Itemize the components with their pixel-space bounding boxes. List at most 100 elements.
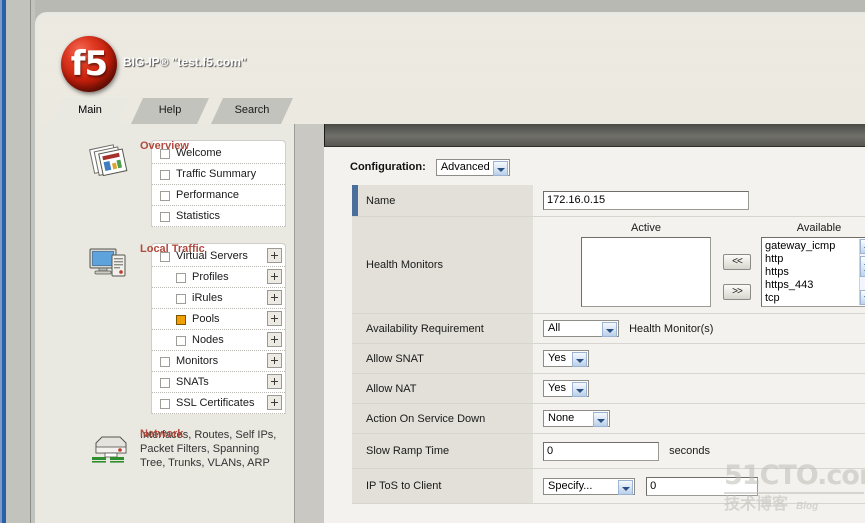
sidebar-item-label: Monitors bbox=[176, 355, 219, 367]
table-row-action-on-service-down: Action On Service Down None bbox=[352, 403, 865, 434]
sidebar-item-traffic-summary[interactable]: Traffic Summary bbox=[152, 164, 285, 185]
scrollbar-thumb[interactable] bbox=[860, 256, 865, 277]
table-row-availability-requirement: Availability Requirement All Health Moni… bbox=[352, 313, 865, 344]
row-value-cell: 172.16.0.15 bbox=[533, 185, 865, 217]
expand-plus-icon[interactable] bbox=[267, 311, 282, 326]
list-item[interactable]: gateway_icmp bbox=[762, 240, 865, 253]
list-item[interactable]: https_443 bbox=[762, 279, 865, 292]
availability-requirement-select[interactable]: All bbox=[543, 320, 619, 337]
row-value-cell: Active << >> Available gateway_icmp http… bbox=[533, 216, 865, 314]
availability-requirement-label: Availability Requirement bbox=[366, 322, 484, 335]
expand-plus-icon[interactable] bbox=[267, 374, 282, 389]
sidebar-item-pools[interactable]: Pools bbox=[152, 309, 285, 330]
sidebar-item-label: Profiles bbox=[192, 271, 229, 283]
tab-search[interactable]: Search bbox=[211, 98, 293, 124]
allow-snat-label: Allow SNAT bbox=[366, 352, 424, 365]
expand-plus-icon[interactable] bbox=[267, 290, 282, 305]
bullet-icon bbox=[160, 212, 170, 222]
bullet-icon bbox=[160, 399, 170, 409]
sidebar-gutter bbox=[295, 124, 324, 523]
chevron-down-icon bbox=[572, 352, 587, 367]
ip-tos-to-client-select[interactable]: Specify... bbox=[543, 477, 635, 495]
sidebar-item-nodes[interactable]: Nodes bbox=[152, 330, 285, 351]
tab-help[interactable]: Help bbox=[131, 98, 209, 124]
sidebar-item-statistics[interactable]: Statistics bbox=[152, 206, 285, 227]
bullet-icon bbox=[176, 294, 186, 304]
watermark: 51CTO.com 技术博客 Blog bbox=[724, 461, 865, 518]
sidebar-item-performance[interactable]: Performance bbox=[152, 185, 285, 206]
scroll-down-icon[interactable] bbox=[860, 290, 865, 305]
move-left-button[interactable]: << bbox=[723, 254, 751, 270]
active-monitors-listbox[interactable] bbox=[581, 237, 711, 307]
bullet-icon-active bbox=[176, 315, 186, 325]
available-monitors-listbox[interactable]: gateway_icmp http https https_443 tcp bbox=[761, 237, 865, 307]
row-value-cell: None bbox=[533, 403, 865, 434]
chevron-down-icon bbox=[572, 382, 587, 397]
sidebar-section-title-network: Network bbox=[140, 428, 184, 440]
sidebar-item-welcome[interactable]: Welcome bbox=[152, 143, 285, 164]
header-banner: f5 BIG-IP® "test.f5.com" Local Traffic»P… bbox=[38, 15, 865, 98]
expand-plus-icon[interactable] bbox=[267, 248, 282, 263]
available-list-scrollbar[interactable] bbox=[859, 239, 865, 305]
tab-main[interactable]: Main bbox=[51, 98, 129, 124]
slow-ramp-time-suffix: seconds bbox=[669, 445, 711, 457]
health-monitors-label: Health Monitors bbox=[366, 259, 444, 271]
table-row-health-monitors: Health Monitors Active << >> Available g bbox=[352, 216, 865, 314]
expand-plus-icon[interactable] bbox=[267, 395, 282, 410]
sidebar-item-monitors[interactable]: Monitors bbox=[152, 351, 285, 372]
bullet-icon bbox=[160, 170, 170, 180]
configuration-select[interactable]: Advanced bbox=[435, 158, 510, 176]
slow-ramp-time-label: Slow Ramp Time bbox=[366, 445, 450, 457]
content-toolbar bbox=[324, 124, 865, 147]
allow-nat-select[interactable]: Yes bbox=[543, 380, 589, 397]
sidebar-item-profiles[interactable]: Profiles bbox=[152, 267, 285, 288]
expand-plus-icon[interactable] bbox=[267, 332, 282, 347]
watermark-site: 51CTO.com bbox=[724, 461, 865, 494]
sidebar-item-label: Welcome bbox=[176, 147, 222, 159]
bullet-icon bbox=[176, 336, 186, 346]
sidebar-list-overview: Welcome Traffic Summary Performance Stat… bbox=[151, 140, 286, 227]
monitor-server-icon bbox=[88, 245, 130, 279]
table-row-name: Name 172.16.0.15 bbox=[352, 185, 865, 217]
bullet-icon bbox=[160, 357, 170, 367]
health-monitors-picker: Active << >> Available gateway_icmp http… bbox=[543, 222, 865, 308]
chevron-down-icon bbox=[602, 322, 617, 337]
sidebar-item-label: Nodes bbox=[192, 334, 224, 346]
row-label-cell: Name bbox=[352, 185, 533, 217]
action-on-service-down-label: Action On Service Down bbox=[366, 412, 486, 425]
content-body: Configuration: Advanced Name 172.16.0.15… bbox=[324, 147, 865, 523]
sidebar-item-irules[interactable]: iRules bbox=[152, 288, 285, 309]
name-input[interactable]: 172.16.0.15 bbox=[543, 191, 749, 210]
scroll-up-icon[interactable] bbox=[860, 239, 865, 254]
sidebar-item-label: Performance bbox=[176, 189, 239, 201]
bullet-icon bbox=[160, 252, 170, 262]
expand-plus-icon[interactable] bbox=[267, 269, 282, 284]
f5-logo[interactable]: f5 bbox=[61, 36, 117, 92]
list-item[interactable]: https bbox=[762, 266, 865, 279]
move-right-button[interactable]: >> bbox=[723, 284, 751, 300]
list-item[interactable]: tcp bbox=[762, 292, 865, 305]
sidebar-item-label: SSL Certificates bbox=[176, 397, 255, 409]
list-item[interactable]: http bbox=[762, 253, 865, 266]
allow-snat-select[interactable]: Yes bbox=[543, 350, 589, 367]
sidebar-item-virtual-servers[interactable]: Virtual Servers bbox=[152, 246, 285, 267]
f5-logo-text: f5 bbox=[70, 44, 108, 84]
chevron-down-icon bbox=[618, 479, 633, 495]
toolbar-edge bbox=[324, 124, 325, 146]
row-label-cell: Slow Ramp Time bbox=[352, 433, 533, 469]
sidebar-item-ssl-certificates[interactable]: SSL Certificates bbox=[152, 393, 285, 414]
slow-ramp-time-input[interactable]: 0 bbox=[543, 441, 659, 461]
row-accent-bar bbox=[352, 185, 358, 216]
watermark-subtitle: 技术博客 bbox=[724, 496, 789, 513]
watermark-subtitle-row: 技术博客 Blog bbox=[724, 494, 864, 518]
expand-plus-icon[interactable] bbox=[267, 353, 282, 368]
sidebar-item-snats[interactable]: SNATs bbox=[152, 372, 285, 393]
configuration-row: Configuration: Advanced bbox=[350, 157, 510, 177]
action-on-service-down-select[interactable]: None bbox=[543, 410, 610, 427]
active-list-header: Active bbox=[631, 222, 661, 234]
table-row-allow-snat: Allow SNAT Yes bbox=[352, 343, 865, 374]
row-label-cell: Allow SNAT bbox=[352, 343, 533, 374]
bullet-icon bbox=[176, 273, 186, 283]
chevron-down-icon bbox=[492, 160, 508, 176]
chevron-down-icon bbox=[593, 412, 608, 427]
